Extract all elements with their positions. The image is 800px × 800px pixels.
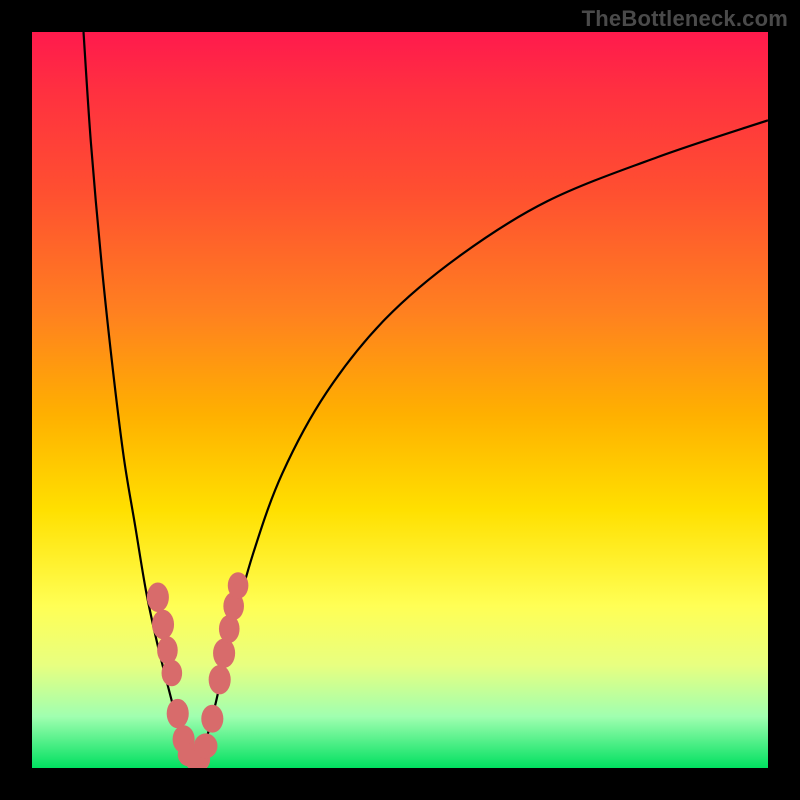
bead-markers [147, 572, 249, 768]
bead-marker [167, 699, 189, 728]
bead-marker [152, 610, 174, 639]
bead-marker [194, 733, 218, 758]
bead-marker [162, 660, 183, 686]
bead-marker [209, 665, 231, 694]
chart-frame: TheBottleneck.com [0, 0, 800, 800]
bead-marker [157, 636, 178, 664]
curve-layer [32, 32, 768, 768]
bead-marker [213, 638, 235, 667]
attribution-label: TheBottleneck.com [582, 6, 788, 32]
curve-right-branch [198, 120, 768, 762]
bead-marker [147, 583, 169, 612]
plot-area [32, 32, 768, 768]
bead-marker [201, 705, 223, 733]
bead-marker [228, 572, 249, 598]
